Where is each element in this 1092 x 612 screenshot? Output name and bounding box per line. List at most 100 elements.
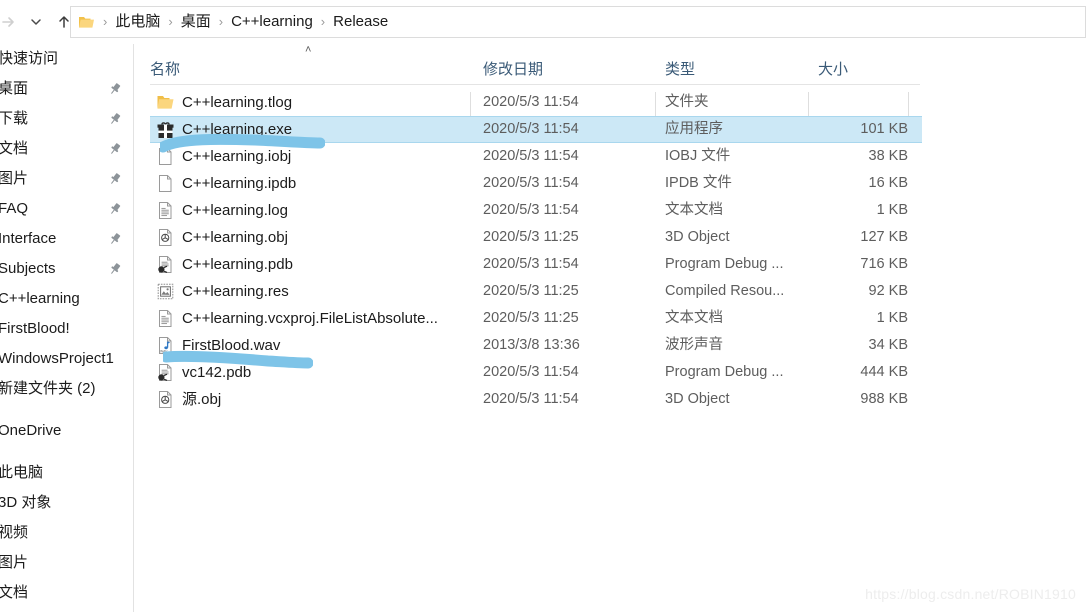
file-row[interactable]: C++learning.pdb 2020/5/3 11:54 Program Deb… (150, 251, 922, 278)
file-date-cell: 2020/5/3 11:54 (483, 121, 579, 137)
sidebar-item-cjk-0[interactable]: 快速访问 (0, 44, 134, 74)
pin-icon[interactable] (108, 262, 122, 276)
sidebar-item-firstblood[interactable]: FirstBlood! (0, 314, 134, 344)
file-row[interactable]: C++learning.exe 2020/5/3 11:54 应用程序 101 KB (150, 116, 922, 143)
svg-text:WAV: WAV (160, 349, 168, 353)
address-bar[interactable]: › 此电脑 › 桌面 › C++learning › Release (70, 6, 1086, 38)
file-row[interactable]: C++learning.vcxproj.FileListAbsolute... 2… (150, 305, 922, 332)
sidebar-item-label: FirstBlood! (0, 320, 70, 337)
file-name-cell: C++learning.ipdb (182, 175, 297, 192)
file-row[interactable]: 源.obj 2020/5/3 11:54 3D Object 988 KB (150, 386, 922, 413)
file-list[interactable]: C++learning.tlog 2020/5/3 11:54 文件夹 C++lear… (134, 89, 1092, 612)
file-name-cell: C++learning.exe (182, 121, 293, 138)
file-row[interactable]: C++learning.tlog 2020/5/3 11:54 文件夹 (150, 89, 922, 116)
file-type-cell: Program Debug ... (665, 256, 784, 272)
text-document-icon (159, 310, 172, 327)
sidebar-item-label: Interface (0, 230, 57, 247)
file-type-cell: 文件夹 (665, 94, 709, 110)
column-header-underline (150, 84, 920, 85)
file-name-cell: vc142.pdb (182, 364, 252, 381)
file-name-cell: C++learning.vcxproj.FileListAbsolute... (182, 310, 438, 327)
file-size-cell: 1 KB (876, 310, 908, 326)
sidebar-item-onedrive[interactable]: OneDrive (0, 416, 134, 446)
compiled-resource-icon (157, 283, 174, 300)
sidebar-item-cjk-1[interactable]: 桌面 (0, 74, 134, 104)
sidebar-item-label: 下载 (0, 110, 29, 127)
file-date-cell: 2020/5/3 11:54 (483, 94, 579, 110)
sidebar-item-2[interactable]: 新建文件夹 (2) (0, 374, 134, 404)
breadcrumb-item-this-pc[interactable]: 此电脑 (113, 7, 162, 37)
text-document-icon (159, 202, 172, 219)
sidebar-item-subjects[interactable]: Subjects (0, 254, 134, 284)
sidebar-item-label: 文档 (0, 584, 29, 601)
sidebar-item-cjk-3[interactable]: 文档 (0, 134, 134, 164)
file-row[interactable]: C++learning.res 2020/5/3 11:25 Compiled Re… (150, 278, 922, 305)
sidebar-item-windowsproject1[interactable]: WindowsProject1 (0, 344, 134, 374)
pin-icon[interactable] (108, 82, 122, 96)
sort-ascending-icon: ˄ (305, 44, 312, 56)
file-row[interactable]: C++learning.iobj 2020/5/3 11:54 IOBJ 文件 38 … (150, 143, 922, 170)
wave-audio-icon: WAV (159, 337, 172, 354)
file-date-cell: 2020/5/3 11:54 (483, 364, 579, 380)
file-name-cell: C++learning.log (182, 202, 288, 219)
pin-icon[interactable] (108, 202, 122, 216)
file-row[interactable]: C++learning.log 2020/5/3 11:54 文本文档 1 KB (150, 197, 922, 224)
file-date-cell: 2020/5/3 11:25 (483, 310, 579, 326)
recent-locations-button[interactable] (22, 8, 50, 36)
forward-button[interactable] (0, 8, 22, 36)
file-size-cell: 38 KB (868, 148, 909, 164)
column-header-row: 名称 修改日期 类型 大小 (134, 44, 1092, 120)
file-type-cell: 3D Object (665, 391, 730, 407)
sidebar-item-cjk-16[interactable]: 图片 (0, 548, 134, 578)
3d-object-icon (159, 229, 172, 246)
navigation-bar: › 此电脑 › 桌面 › C++learning › Release (0, 0, 1092, 44)
file-size-cell: 101 KB (860, 121, 908, 137)
sidebar-item-cjk-17[interactable]: 文档 (0, 578, 134, 608)
file-date-cell: 2013/3/8 13:36 (483, 337, 580, 353)
breadcrumb-separator: › (103, 14, 108, 29)
sidebar-item-3d[interactable]: 3D 对象 (0, 488, 134, 518)
file-row[interactable]: C++learning.ipdb 2020/5/3 11:54 IPDB 文件 16 … (150, 170, 922, 197)
sidebar-item-cjk-2[interactable]: 下载 (0, 104, 134, 134)
file-type-cell: Compiled Resou... (665, 283, 785, 299)
breadcrumb-item-release[interactable]: Release (331, 7, 390, 37)
pin-icon[interactable] (108, 142, 122, 156)
folder-icon (78, 15, 95, 30)
sidebar-item-label: 文档 (0, 140, 29, 157)
column-header-size[interactable]: 大小 (818, 44, 848, 85)
breadcrumb-item-cpplearning[interactable]: C++learning (229, 7, 315, 37)
navigation-sidebar[interactable]: 快速访问 桌面 下载 文档 图片 FAQ Interface Subjects C++learn… (0, 44, 134, 612)
column-header-name[interactable]: 名称 (150, 44, 180, 85)
breadcrumb-separator: › (218, 14, 224, 29)
sidebar-item-label: C++learning (0, 290, 80, 307)
sidebar-item-interface[interactable]: Interface (0, 224, 134, 254)
sidebar-item-c-learning[interactable]: C++learning (0, 284, 134, 314)
file-name-cell: 源.obj (182, 391, 222, 408)
column-header-type[interactable]: 类型 (665, 44, 695, 85)
sidebar-item-label: 此电脑 (0, 464, 44, 481)
file-date-cell: 2020/5/3 11:54 (483, 148, 579, 164)
folder-icon (157, 96, 174, 109)
program-debug-icon (158, 256, 172, 273)
sidebar-item-cjk-4[interactable]: 图片 (0, 164, 134, 194)
file-name-cell: C++learning.iobj (182, 148, 292, 165)
file-name-cell: C++learning.obj (182, 229, 288, 246)
blank-file-icon (159, 148, 172, 165)
breadcrumb-item-desktop[interactable]: 桌面 (179, 7, 213, 37)
file-type-cell: 波形声音 (665, 337, 723, 353)
sidebar-item-faq[interactable]: FAQ (0, 194, 134, 224)
file-row[interactable]: vc142.pdb 2020/5/3 11:54 Program Debug ...… (150, 359, 922, 386)
sidebar-item-cjk-13[interactable]: 此电脑 (0, 458, 134, 488)
file-name-cell: C++learning.res (182, 283, 289, 300)
file-row[interactable]: C++learning.obj 2020/5/3 11:25 3D Object 12… (150, 224, 922, 251)
column-header-date[interactable]: 修改日期 (483, 44, 543, 85)
arrow-right-icon (2, 17, 14, 27)
file-date-cell: 2020/5/3 11:54 (483, 256, 579, 272)
sidebar-item-label: 桌面 (0, 80, 29, 97)
file-row[interactable]: WAV FirstBlood.wav 2013/3/8 13:36 波形声音 34 KB (150, 332, 922, 359)
sidebar-item-cjk-15[interactable]: 视频 (0, 518, 134, 548)
pin-icon[interactable] (108, 232, 122, 246)
pin-icon[interactable] (108, 112, 122, 126)
pin-icon[interactable] (108, 172, 122, 186)
file-name-cell: FirstBlood.wav (182, 337, 281, 354)
